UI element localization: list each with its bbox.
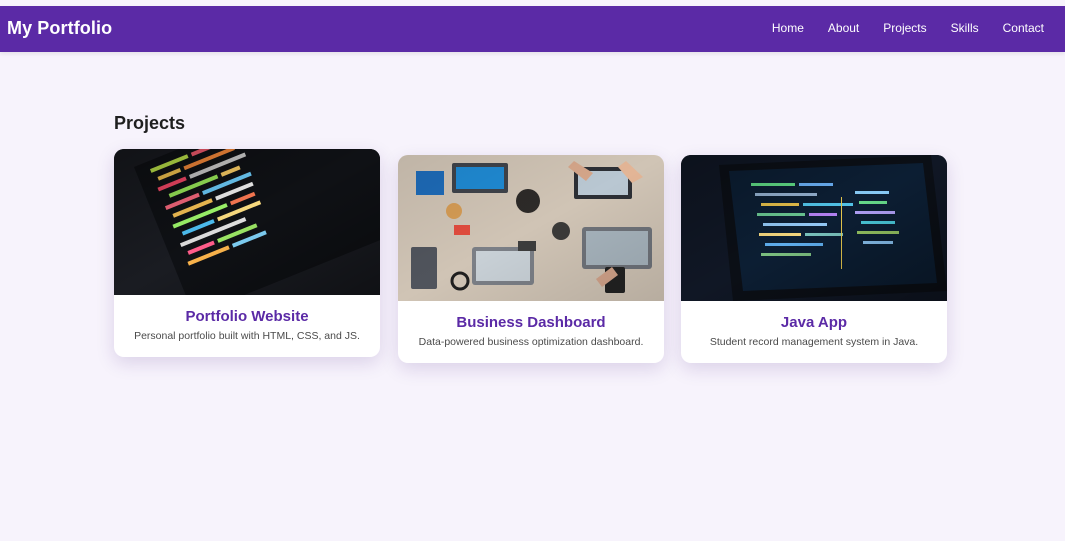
nav-skills[interactable]: Skills: [951, 21, 979, 35]
nav-about[interactable]: About: [828, 21, 859, 35]
project-title[interactable]: Business Dashboard: [398, 314, 664, 331]
project-thumbnail-desk: [398, 155, 664, 301]
desk-team-image: [398, 155, 664, 301]
page: My Portfolio Home About Projects Skills …: [0, 0, 1065, 541]
nav-home[interactable]: Home: [772, 21, 804, 35]
project-description: Personal portfolio built with HTML, CSS,…: [134, 330, 360, 342]
nav-projects[interactable]: Projects: [883, 21, 926, 35]
project-card-body: Portfolio Website Personal portfolio bui…: [114, 295, 380, 342]
brand-title[interactable]: My Portfolio: [7, 18, 112, 39]
project-description: Student record management system in Java…: [709, 336, 919, 348]
project-title[interactable]: Java App: [681, 314, 947, 331]
nav-contact[interactable]: Contact: [1003, 21, 1044, 35]
project-card-body: Java App Student record management syste…: [681, 301, 947, 348]
code-screen-image: [114, 149, 380, 295]
project-title[interactable]: Portfolio Website: [114, 308, 380, 325]
project-card-body: Business Dashboard Data-powered business…: [398, 301, 664, 348]
main-nav: Home About Projects Skills Contact: [772, 21, 1044, 35]
top-navbar: My Portfolio Home About Projects Skills …: [0, 6, 1065, 52]
projects-heading: Projects: [114, 113, 186, 133]
project-card-business-dashboard[interactable]: Business Dashboard Data-powered business…: [398, 155, 664, 363]
project-card-java-app[interactable]: Java App Student record management syste…: [681, 155, 947, 363]
project-card-portfolio-website[interactable]: Portfolio Website Personal portfolio bui…: [114, 149, 380, 357]
project-description: Data-powered business optimization dashb…: [418, 336, 644, 348]
laptop-code-image: [681, 155, 947, 301]
project-thumbnail-code: [114, 149, 380, 295]
project-thumbnail-laptop: [681, 155, 947, 301]
